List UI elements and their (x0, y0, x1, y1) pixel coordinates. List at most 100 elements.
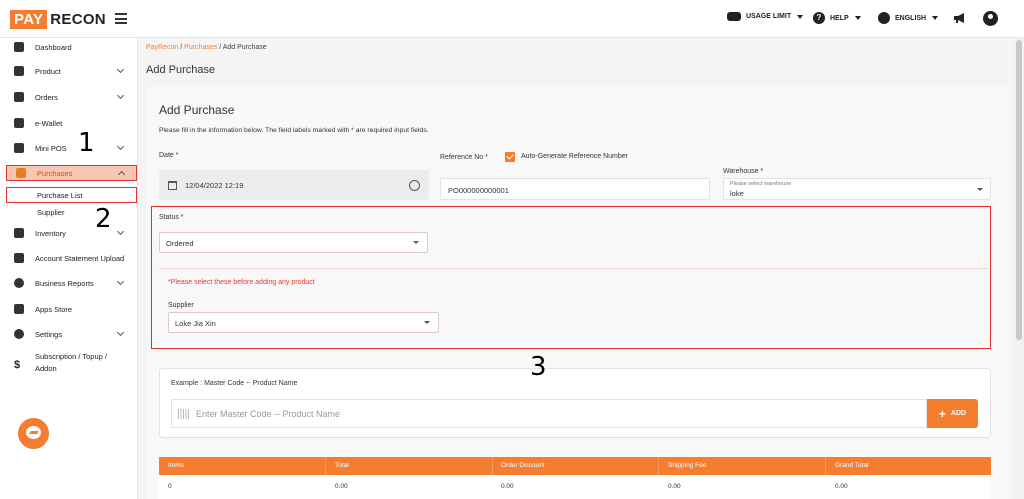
status-label: Status * (159, 214, 184, 221)
auto-generate-checkbox[interactable] (505, 152, 515, 162)
warehouse-placeholder: Please select warehouse (730, 181, 792, 187)
breadcrumb-current: Add Purchase (222, 44, 267, 51)
add-product-button[interactable]: + ADD (927, 399, 978, 428)
chart-icon (14, 42, 24, 52)
warehouse-select[interactable]: Please select warehouse loke (723, 178, 991, 200)
messenger-chat-button[interactable] (18, 418, 49, 449)
sidebar-item-label: Purchases (37, 168, 73, 178)
supplier-label: Supplier (168, 302, 194, 309)
car-icon (727, 12, 741, 21)
scrollbar-thumb[interactable] (1016, 40, 1022, 340)
register-icon (14, 143, 24, 153)
breadcrumb: PayRecon / Purchases / Add Purchase (146, 44, 267, 51)
globe-icon (878, 12, 890, 24)
reference-label: Reference No * (440, 154, 488, 161)
usage-limit-menu[interactable]: USAGE LIMIT (727, 12, 804, 21)
sidebar-item-label: Product (35, 66, 61, 76)
pie-chart-icon (14, 278, 24, 288)
status-select[interactable]: Ordered (159, 232, 428, 253)
add-button-label: ADD (950, 410, 967, 417)
sidebar-item-mini-pos[interactable]: Mini POS (0, 139, 138, 157)
column-header-items: Items (168, 462, 184, 469)
sidebar-subitem-supplier[interactable]: Supplier (37, 208, 65, 217)
column-header-shipping-fee: Shipping Fee (668, 462, 707, 469)
product-example-text: Example : Master Code -- Product Name (171, 380, 298, 387)
sidebar-item-product[interactable]: Product (0, 62, 138, 80)
product-search-input[interactable] (196, 407, 896, 421)
chevron-down-icon (116, 142, 125, 151)
form-hint: Please fill in the information below. Th… (159, 127, 429, 134)
sidebar-item-subscription[interactable]: $ Subscription / Topup / Addon (0, 352, 138, 376)
sidebar-item-account-statement-upload[interactable]: Account Statement Upload (0, 249, 138, 267)
sidebar-subitem-purchase-list[interactable]: Purchase List (37, 191, 82, 200)
chevron-down-icon (116, 328, 125, 337)
boxes-icon (14, 228, 24, 238)
sidebar-item-label: e-Wallet (35, 118, 63, 128)
usage-limit-label: USAGE LIMIT (746, 13, 792, 20)
upload-icon (14, 253, 24, 263)
reference-field[interactable]: PO000000000001 (440, 178, 710, 200)
dollar-icon: $ (14, 359, 21, 371)
product-search-field[interactable] (171, 399, 927, 428)
calendar-icon (168, 181, 177, 190)
sidebar-item-e-wallet[interactable]: e-Wallet (0, 114, 138, 132)
logo-recon: RECON (50, 10, 106, 28)
sidebar-item-apps-store[interactable]: Apps Store (0, 300, 138, 318)
sidebar-item-label: Dashboard (35, 42, 72, 52)
breadcrumb-root[interactable]: PayRecon (146, 44, 178, 51)
sidebar-item-settings[interactable]: Settings (0, 325, 138, 343)
cell-total: 0.00 (335, 483, 348, 490)
language-label: ENGLISH (895, 14, 927, 22)
cell-grand-total: 0.00 (835, 483, 848, 490)
sidebar-item-label: Apps Store (35, 304, 73, 314)
logo[interactable]: PAY RECON (10, 8, 106, 30)
help-label: HELP (830, 14, 849, 22)
wallet-icon (14, 118, 24, 128)
date-field[interactable]: 12/04/2022 12:19 (159, 170, 429, 200)
reference-value: PO000000000001 (448, 186, 509, 195)
chevron-down-icon (413, 241, 419, 244)
logo-pay: PAY (10, 9, 48, 29)
annotation-number-2: 2 (95, 204, 112, 234)
menu-toggle-icon[interactable] (115, 13, 127, 24)
clock-icon[interactable] (409, 180, 420, 191)
cart-icon (16, 168, 26, 178)
cell-items: 0 (168, 483, 172, 490)
sidebar-item-label: Account Statement Upload (35, 253, 125, 263)
chevron-down-icon (116, 227, 125, 236)
sidebar-item-label: Business Reports (35, 278, 94, 288)
annotation-number-3: 3 (530, 352, 547, 382)
annotation-number-1: 1 (78, 128, 95, 158)
date-value: 12/04/2022 12:19 (185, 181, 244, 190)
gear-icon (14, 329, 24, 339)
sidebar-item-label: Inventory (35, 228, 66, 238)
chevron-down-icon (932, 16, 939, 20)
breadcrumb-separator: / (180, 44, 183, 51)
warehouse-label: Warehouse * (723, 168, 764, 175)
chevron-down-icon (116, 91, 125, 100)
chevron-down-icon (854, 16, 861, 20)
chevron-down-icon (797, 14, 804, 19)
sidebar-item-business-reports[interactable]: Business Reports (0, 274, 138, 292)
page-scrollbar[interactable] (1014, 38, 1024, 499)
help-icon: ? (813, 12, 825, 24)
cell-order-discount: 0.00 (501, 483, 514, 490)
announcement-icon[interactable] (953, 12, 967, 24)
sidebar-item-purchases[interactable]: Purchases (6, 165, 137, 181)
status-value: Ordered (166, 239, 194, 248)
sidebar-item-inventory[interactable]: Inventory (0, 224, 138, 242)
column-header-total: Total (335, 462, 349, 469)
breadcrumb-separator: / (219, 44, 222, 51)
user-account-icon[interactable] (983, 11, 998, 26)
chevron-down-icon (424, 321, 430, 324)
barcode-icon (178, 409, 189, 419)
sidebar-item-label: Subscription / Topup / (35, 352, 107, 361)
sidebar-item-orders[interactable]: Orders (0, 88, 138, 106)
breadcrumb-parent[interactable]: Purchases (184, 44, 217, 51)
supplier-select[interactable]: Loke Jia Xin (168, 312, 439, 333)
language-menu[interactable]: ENGLISH (878, 12, 939, 24)
grid-icon (14, 304, 24, 314)
help-menu[interactable]: ? HELP (813, 12, 861, 24)
sidebar-item-label: Settings (35, 329, 63, 339)
sidebar-item-dashboard[interactable]: Dashboard (0, 38, 138, 56)
